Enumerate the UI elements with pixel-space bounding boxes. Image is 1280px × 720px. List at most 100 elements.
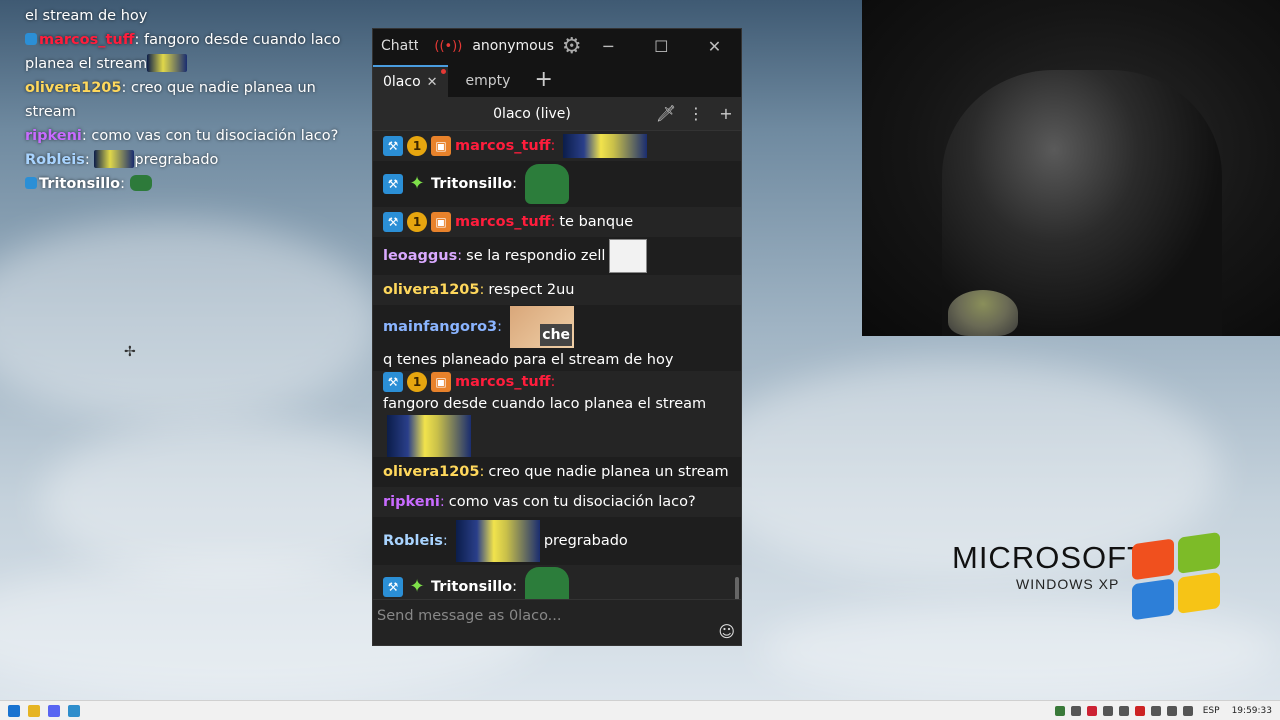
tray-icon[interactable]: [1054, 705, 1065, 716]
chat-message[interactable]: ⚒ 1 ▣ marcos_tuff:: [373, 131, 741, 161]
close-button[interactable]: ✕: [688, 37, 741, 56]
overlay-chat-line: el stream de hoy: [25, 4, 345, 28]
tray-icon[interactable]: [1150, 705, 1161, 716]
gear-icon[interactable]: ⚙: [562, 34, 582, 59]
chat-message-text: fangoro desde cuando laco planea el stre…: [383, 396, 707, 412]
chat-message[interactable]: olivera1205: creo que nadie planea un str…: [373, 457, 741, 487]
chat-message[interactable]: ⚒ 1 ▣ marcos_tuff: te banque: [373, 207, 741, 237]
chat-username[interactable]: Robleis: [383, 530, 443, 552]
emote-image[interactable]: [525, 567, 570, 599]
subscriber-badge-icon[interactable]: 1: [407, 372, 427, 392]
moderator-badge-icon[interactable]: ⚒: [383, 174, 403, 194]
emote-image[interactable]: [563, 134, 648, 158]
add-split-icon[interactable]: +: [711, 104, 741, 123]
discord-icon[interactable]: [48, 704, 60, 717]
message-list[interactable]: ⚒ 1 ▣ marcos_tuff: ⚒ ✦ Tritonsillo: ⚒ 1 ▣ marcos_t…: [373, 131, 741, 599]
moderator-badge-icon[interactable]: ⚒: [383, 212, 403, 232]
chat-username[interactable]: leoaggus: [383, 245, 457, 267]
tray-icon[interactable]: [1070, 705, 1081, 716]
chat-message[interactable]: olivera1205: respect 2uu: [373, 275, 741, 305]
sparkle-badge-icon[interactable]: ✦: [407, 577, 427, 597]
chat-message[interactable]: Robleis: pregrabado: [373, 517, 741, 565]
logo-subtext: WINDOWS XP: [1016, 576, 1120, 592]
maximize-button[interactable]: ☐: [635, 37, 688, 56]
tray-icon[interactable]: [1134, 705, 1145, 716]
tab-0laco[interactable]: 0laco ✕: [373, 65, 448, 97]
chat-message[interactable]: ⚒ ✦ Tritonsillo:: [373, 161, 741, 207]
subscriber-badge-icon[interactable]: 1: [407, 212, 427, 232]
tab-label: 0laco: [383, 74, 421, 90]
gift-badge-icon[interactable]: ▣: [431, 212, 451, 232]
chat-message-text: respect 2uu: [488, 282, 575, 298]
clock[interactable]: 19:59:33: [1232, 706, 1272, 716]
chat-message[interactable]: ⚒ 1 ▣ marcos_tuff: fangoro desde cuando laco…: [373, 371, 741, 457]
chat-message[interactable]: ripkeni: como vas con tu disociación laco…: [373, 487, 741, 517]
chat-username[interactable]: Tritonsillo: [431, 173, 512, 195]
chat-message[interactable]: leoaggus: se la respondio zell: [373, 237, 741, 275]
scrollbar[interactable]: [735, 577, 739, 601]
emote-image[interactable]: [387, 415, 471, 457]
sparkle-badge-icon[interactable]: ✦: [407, 174, 427, 194]
emote-image[interactable]: che: [510, 305, 575, 348]
volume-icon[interactable]: [1182, 705, 1193, 716]
chatterino-window[interactable]: Chatterino ((•)) anonymous ⚙ ─ ☐ ✕ 0laco…: [372, 28, 742, 646]
channel-name[interactable]: 0laco (live): [373, 106, 651, 122]
moderation-icon[interactable]: 🗡: [651, 104, 681, 123]
title-bar[interactable]: Chatterino ((•)) anonymous ⚙ ─ ☐ ✕: [373, 29, 741, 63]
file-explorer-icon[interactable]: [28, 704, 40, 717]
message-input[interactable]: Send message as 0laco... ☺: [373, 599, 741, 645]
emote-image: [94, 150, 135, 168]
emote-picker-icon[interactable]: ☺: [718, 622, 735, 641]
emote-image[interactable]: [609, 239, 648, 273]
chat-username[interactable]: marcos_tuff: [455, 135, 550, 157]
chat-username[interactable]: olivera1205: [383, 279, 479, 301]
separator: :: [550, 214, 556, 230]
moderator-badge-icon[interactable]: ⚒: [383, 136, 403, 156]
tab-empty[interactable]: empty: [448, 65, 529, 97]
chat-message[interactable]: ⚒ ✦ Tritonsillo:: [373, 565, 741, 599]
overlay-chat-line: marcos_tuff: fangoro desde cuando laco p…: [25, 28, 345, 76]
close-tab-icon[interactable]: ✕: [427, 75, 438, 90]
moderator-badge-icon[interactable]: ⚒: [383, 372, 403, 392]
subscriber-badge-icon[interactable]: 1: [407, 136, 427, 156]
overlay-username: marcos_tuff: [39, 32, 135, 48]
tray-icon[interactable]: [1166, 705, 1177, 716]
chat-username[interactable]: marcos_tuff: [455, 211, 550, 233]
chat-username[interactable]: marcos_tuff: [455, 371, 550, 393]
separator: :: [512, 176, 518, 192]
chat-message-text: creo que nadie planea un stream: [488, 464, 729, 480]
start-icon[interactable]: [8, 704, 20, 717]
windows-xp-logo: MICROSOFT WINDOWS XP: [952, 540, 1147, 592]
more-options-icon[interactable]: ⋮: [681, 104, 711, 123]
emote-image: [129, 175, 152, 191]
system-tray: ESP 19:59:33: [1049, 705, 1280, 716]
mate-cup: [948, 290, 1018, 336]
separator: :: [84, 152, 95, 168]
chat-message-text: q tenes planeado para el stream de hoy: [383, 351, 674, 368]
overlay-message-text: como vas con tu disociación laco?: [91, 128, 339, 144]
live-broadcast-icon[interactable]: ((•)): [434, 39, 462, 54]
gift-badge-icon[interactable]: ▣: [431, 372, 451, 392]
chat-username[interactable]: Tritonsillo: [431, 576, 512, 598]
overlay-message-text: el stream de hoy: [25, 8, 148, 24]
gift-badge-icon[interactable]: ▣: [431, 136, 451, 156]
overlay-username: Tritonsillo: [39, 176, 121, 192]
chatterino-icon[interactable]: [68, 704, 80, 717]
chat-username[interactable]: ripkeni: [383, 491, 440, 513]
account-name[interactable]: anonymous: [472, 38, 554, 54]
add-tab-button[interactable]: +: [534, 65, 552, 97]
tray-icon[interactable]: [1086, 705, 1097, 716]
chat-username[interactable]: olivera1205: [383, 461, 479, 483]
chat-message[interactable]: mainfangoro3: che q tenes planeado para el…: [373, 305, 741, 371]
window-title: Chatterino: [381, 38, 419, 54]
tray-icon[interactable]: [1118, 705, 1129, 716]
emote-image[interactable]: [525, 164, 570, 204]
input-placeholder: Send message as 0laco...: [377, 608, 562, 624]
emote-image[interactable]: [455, 520, 540, 562]
minimize-button[interactable]: ─: [582, 37, 635, 56]
chat-message-text: se la respondio zell: [466, 248, 606, 264]
language-indicator[interactable]: ESP: [1203, 706, 1220, 716]
tray-icon[interactable]: [1102, 705, 1113, 716]
chat-username[interactable]: mainfangoro3: [383, 316, 497, 338]
moderator-badge-icon[interactable]: ⚒: [383, 577, 403, 597]
